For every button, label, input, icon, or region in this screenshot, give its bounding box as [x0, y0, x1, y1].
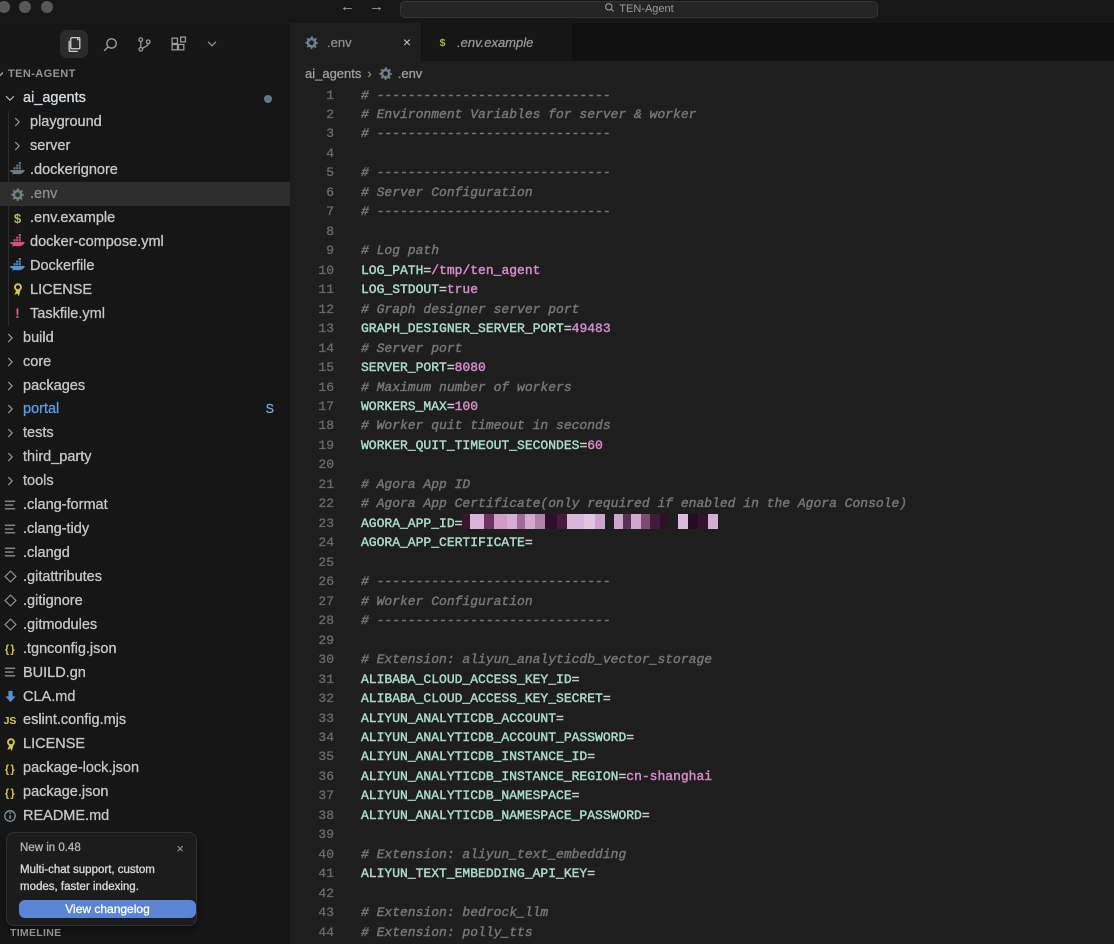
svg-text:$: $ — [440, 37, 446, 49]
svg-text:{}: {} — [4, 763, 15, 775]
svg-text:{}: {} — [4, 643, 15, 655]
svg-text:{}: {} — [4, 787, 15, 799]
svg-text:JS: JS — [4, 715, 17, 727]
svg-text:!: ! — [15, 306, 20, 321]
svg-text:$: $ — [13, 211, 21, 226]
